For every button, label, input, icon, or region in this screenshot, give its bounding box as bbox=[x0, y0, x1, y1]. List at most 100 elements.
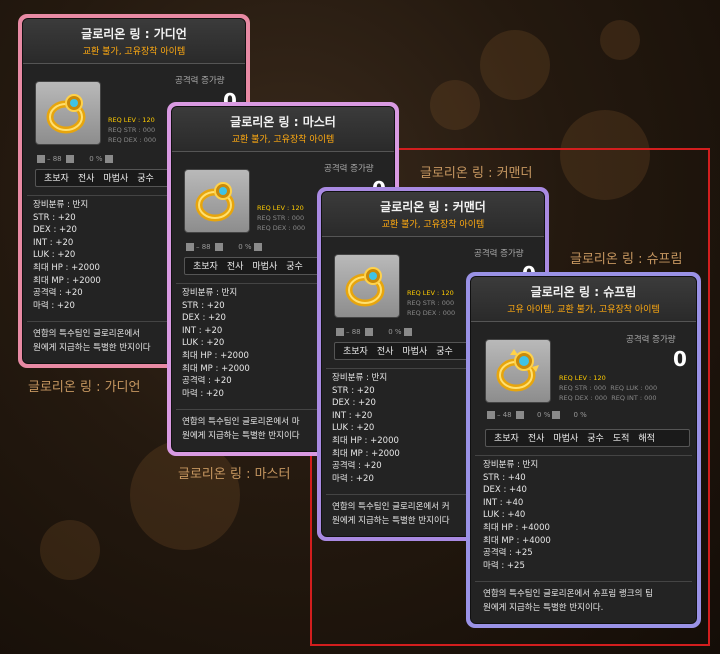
item-subtitle: 고유 아이템, 교환 불가, 고유장착 아이템 bbox=[507, 305, 660, 315]
item-stat-row: – 88 0 % bbox=[35, 155, 115, 167]
option-line: STR : +40 bbox=[483, 472, 526, 483]
option-line: 최대 MP : +2000 bbox=[332, 448, 400, 459]
ring-icon bbox=[496, 349, 539, 392]
option-line: STR : +20 bbox=[332, 385, 375, 396]
item-options: 장비분류 : 반지 STR : +20 DEX : +20 INT : +20 … bbox=[182, 287, 250, 400]
stat-icon bbox=[37, 155, 45, 163]
item-icon-box bbox=[184, 169, 250, 233]
job-warrior: 전사 bbox=[77, 174, 95, 184]
item-icon-box bbox=[485, 339, 551, 403]
card-header: 글로리온 링 : 가디언 교환 불가, 고유장착 아이템 bbox=[23, 19, 245, 64]
option-line: DEX : +20 bbox=[33, 225, 77, 236]
card-header: 글로리온 링 : 마스터 교환 불가, 고유장착 아이템 bbox=[172, 107, 394, 152]
stat-icon bbox=[552, 411, 561, 419]
attack-increase-value: 0 bbox=[673, 347, 687, 371]
item-subtitle: 교환 불가, 고유장착 아이템 bbox=[381, 220, 485, 230]
option-line: DEX : +20 bbox=[182, 313, 226, 324]
req-str: REQ STR : 000 bbox=[559, 384, 607, 392]
option-line: INT : +20 bbox=[332, 410, 373, 421]
job-magician: 마법사 bbox=[402, 347, 428, 357]
option-line: DEX : +40 bbox=[483, 485, 527, 496]
option-line: 장비분류 : 반지 bbox=[483, 460, 539, 470]
job-warrior: 전사 bbox=[226, 262, 244, 272]
attack-increase-label: 공격력 증가량 bbox=[474, 249, 524, 259]
label-guardian: 글로리온 링 : 가디언 bbox=[28, 380, 141, 395]
item-title: 글로리온 링 : 마스터 bbox=[230, 115, 336, 129]
job-archer: 궁수 bbox=[436, 347, 453, 357]
job-requirement-bar: 초보자 전사 마법사 궁수 도적 해적 bbox=[485, 429, 690, 447]
req-level: REQ LEV : 120 bbox=[407, 289, 454, 297]
requirements: REQ LEV : 120 REQ STR : 000 REQ DEX : 00… bbox=[257, 203, 305, 233]
req-dex: REQ DEX : 000 bbox=[559, 394, 608, 402]
stat-icon bbox=[253, 243, 262, 251]
option-line: 장비분류 : 반지 bbox=[33, 200, 89, 210]
option-line: 최대 HP : +2000 bbox=[332, 435, 399, 446]
stat-icon bbox=[104, 155, 113, 163]
req-luk: REQ LUK : 000 bbox=[610, 384, 658, 392]
option-line: 최대 HP : +2000 bbox=[33, 262, 100, 273]
stat-icon bbox=[186, 243, 194, 251]
job-magician: 마법사 bbox=[103, 174, 129, 184]
item-icon-box bbox=[35, 81, 101, 145]
job-beginner: 초보자 bbox=[343, 347, 368, 357]
req-int: REQ INT : 000 bbox=[611, 394, 657, 402]
ring-icon bbox=[46, 94, 86, 134]
req-str: REQ STR : 000 bbox=[257, 214, 305, 222]
req-dex: REQ DEX : 000 bbox=[257, 224, 306, 232]
option-line: DEX : +20 bbox=[332, 398, 376, 409]
item-options: 장비분류 : 반지 STR : +40 DEX : +40 INT : +40 … bbox=[483, 459, 551, 572]
bokeh-light bbox=[480, 30, 550, 100]
requirements: REQ LEV : 120 REQ STR : 000 REQ LUK : 00… bbox=[559, 373, 657, 403]
job-magician: 마법사 bbox=[553, 434, 579, 444]
job-archer: 궁수 bbox=[137, 174, 154, 184]
bokeh-light bbox=[40, 520, 100, 580]
job-warrior: 전사 bbox=[527, 434, 545, 444]
card-header: 글로리온 링 : 슈프림 고유 아이템, 교환 불가, 고유장착 아이템 bbox=[471, 277, 696, 322]
label-master: 글로리온 링 : 마스터 bbox=[178, 467, 291, 482]
req-level: REQ LEV : 120 bbox=[108, 116, 155, 124]
label-commander: 글로리온 링 : 커맨더 bbox=[420, 166, 533, 181]
ring-icon bbox=[345, 267, 385, 307]
option-line: 최대 HP : +4000 bbox=[483, 522, 550, 533]
job-beginner: 초보자 bbox=[44, 174, 69, 184]
job-beginner: 초보자 bbox=[193, 262, 218, 272]
option-line: STR : +20 bbox=[33, 212, 76, 223]
option-line: 최대 MP : +2000 bbox=[182, 363, 250, 374]
option-line: 공격력 : +20 bbox=[332, 461, 382, 472]
item-stat-row: – 88 0 % bbox=[334, 328, 414, 340]
req-level: REQ LEV : 120 bbox=[257, 204, 304, 212]
stat-icon bbox=[364, 328, 373, 336]
job-beginner: 초보자 bbox=[494, 434, 519, 444]
job-pirate: 해적 bbox=[638, 434, 655, 444]
bokeh-light bbox=[430, 80, 480, 130]
attack-increase-label: 공격력 증가량 bbox=[324, 164, 374, 174]
bokeh-light bbox=[600, 20, 640, 60]
job-archer: 궁수 bbox=[587, 434, 604, 444]
option-line: LUK : +20 bbox=[182, 338, 225, 349]
req-level: REQ LEV : 120 bbox=[559, 374, 606, 382]
item-title: 글로리온 링 : 슈프림 bbox=[530, 285, 637, 299]
item-options: 장비분류 : 반지 STR : +20 DEX : +20 INT : +20 … bbox=[332, 372, 400, 485]
option-line: 최대 HP : +2000 bbox=[182, 350, 249, 361]
option-line: INT : +20 bbox=[182, 325, 223, 336]
requirements: REQ LEV : 120 REQ STR : 000 REQ DEX : 00… bbox=[407, 288, 455, 318]
divider bbox=[475, 455, 692, 456]
requirements: REQ LEV : 120 REQ STR : 000 REQ DEX : 00… bbox=[108, 115, 156, 145]
option-line: LUK : +20 bbox=[33, 250, 76, 261]
item-card-supreme: 글로리온 링 : 슈프림 고유 아이템, 교환 불가, 고유장착 아이템 공격력… bbox=[466, 272, 701, 628]
option-line: INT : +40 bbox=[483, 497, 524, 508]
card-header: 글로리온 링 : 커맨더 교환 불가, 고유장착 아이템 bbox=[322, 192, 544, 237]
option-line: 최대 MP : +2000 bbox=[33, 275, 101, 286]
option-line: 공격력 : +25 bbox=[483, 548, 533, 559]
stat-icon bbox=[65, 155, 74, 163]
stat-icon bbox=[487, 411, 495, 419]
item-stat-row: – 88 0 % bbox=[184, 243, 264, 255]
stat-icon bbox=[214, 243, 223, 251]
req-str: REQ STR : 000 bbox=[108, 126, 156, 134]
option-line: 마력 : +20 bbox=[182, 388, 224, 399]
divider bbox=[475, 581, 692, 582]
req-str: REQ STR : 000 bbox=[407, 299, 455, 307]
req-dex: REQ DEX : 000 bbox=[407, 309, 456, 317]
item-title: 글로리온 링 : 커맨더 bbox=[380, 200, 486, 214]
option-line: 마력 : +20 bbox=[332, 473, 374, 484]
